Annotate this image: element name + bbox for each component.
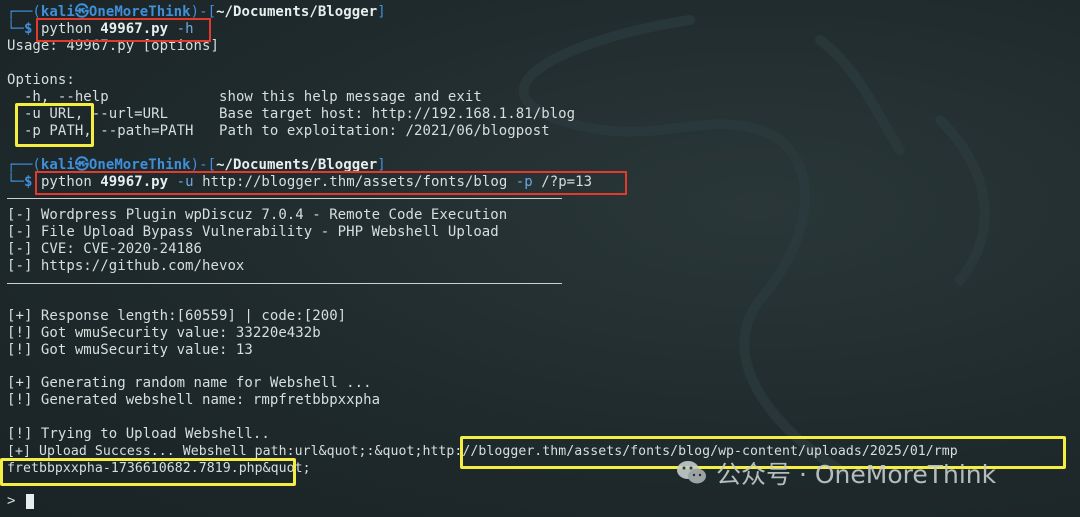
options-header: Options: — [7, 72, 75, 88]
banner-line: [-] Wordpress Plugin wpDiscuz 7.0.4 - Re… — [7, 207, 508, 223]
wechat-icon — [677, 461, 706, 484]
watermark-text: 公众号 · OneMoreThink — [716, 460, 997, 489]
separator-line — [7, 198, 562, 199]
banner-line: [-] https://github.com/hevox — [7, 258, 245, 274]
highlight-exploit-command — [35, 171, 627, 195]
help-option-desc: show this help message and exit — [219, 89, 482, 105]
terminal-cursor[interactable] — [26, 494, 34, 509]
wechat-watermark: 公众号 · OneMoreThink — [676, 458, 997, 489]
output-line: [+] Generating random name for Webshell … — [7, 375, 372, 391]
output-line: [+] Response length:[60559] | code:[200] — [7, 308, 347, 324]
output-line: [!] Got wmuSecurity value: 33220e432b — [7, 325, 321, 341]
separator-line — [7, 283, 562, 284]
output-line: [!] Got wmuSecurity value: 13 — [7, 342, 253, 358]
highlight-option-flags — [15, 103, 94, 147]
help-option-desc: Path to exploitation: /2021/06/blogpost — [219, 123, 550, 139]
highlight-help-command — [36, 18, 211, 42]
output-line: [!] Trying to Upload Webshell.. — [7, 426, 270, 442]
shell-prompt: > — [7, 493, 16, 509]
banner-line: [-] CVE: CVE-2020-24186 — [7, 241, 203, 257]
help-option-desc: Base target host: http://192.168.1.81/bl… — [219, 106, 576, 122]
banner-line: [-] File Upload Bypass Vulnerability - P… — [7, 224, 499, 240]
highlight-webshell-filename — [0, 458, 296, 486]
output-line: [!] Generated webshell name: rmpfretbbpx… — [7, 392, 381, 408]
prompt-path: ~/Documents/Blogger — [216, 4, 378, 20]
